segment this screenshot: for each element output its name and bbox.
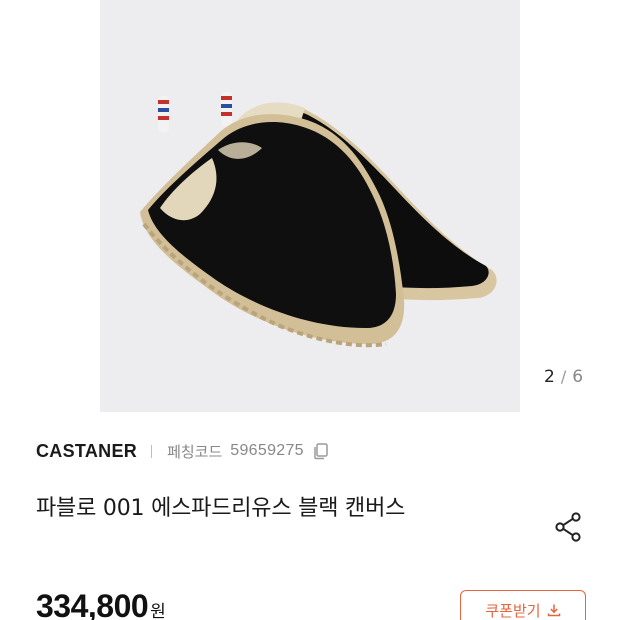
coupon-download-button[interactable]: 쿠폰받기 [460,590,586,620]
brand-row: CASTANER 페칭코드 59659275 [36,438,330,464]
image-counter-total: 6 [572,367,585,387]
product-image-gallery[interactable]: 2/6 [0,0,620,412]
image-counter-current: 2 [544,367,556,387]
product-code-value: 59659275 [230,442,304,459]
copy-icon[interactable] [312,442,330,460]
front-shoe [140,96,405,348]
image-counter-separator: / [560,367,568,386]
price-value: 334,800 [36,588,149,620]
espadrille-shoes-image [140,92,497,348]
share-icon[interactable] [550,509,586,545]
image-counter: 2/6 [544,367,584,387]
brand-divider [151,444,153,458]
product-title: 파블로 001 에스파드리유스 블랙 캔버스 [36,496,406,521]
price-unit: 원 [150,602,166,620]
product-code-label: 페칭코드 [167,442,223,461]
coupon-button-label: 쿠폰받기 [485,601,541,620]
product-photo[interactable] [100,0,520,412]
brand-name[interactable]: CASTANER [36,441,137,462]
download-icon [547,604,560,617]
product-price: 334,800 원 [36,588,166,620]
